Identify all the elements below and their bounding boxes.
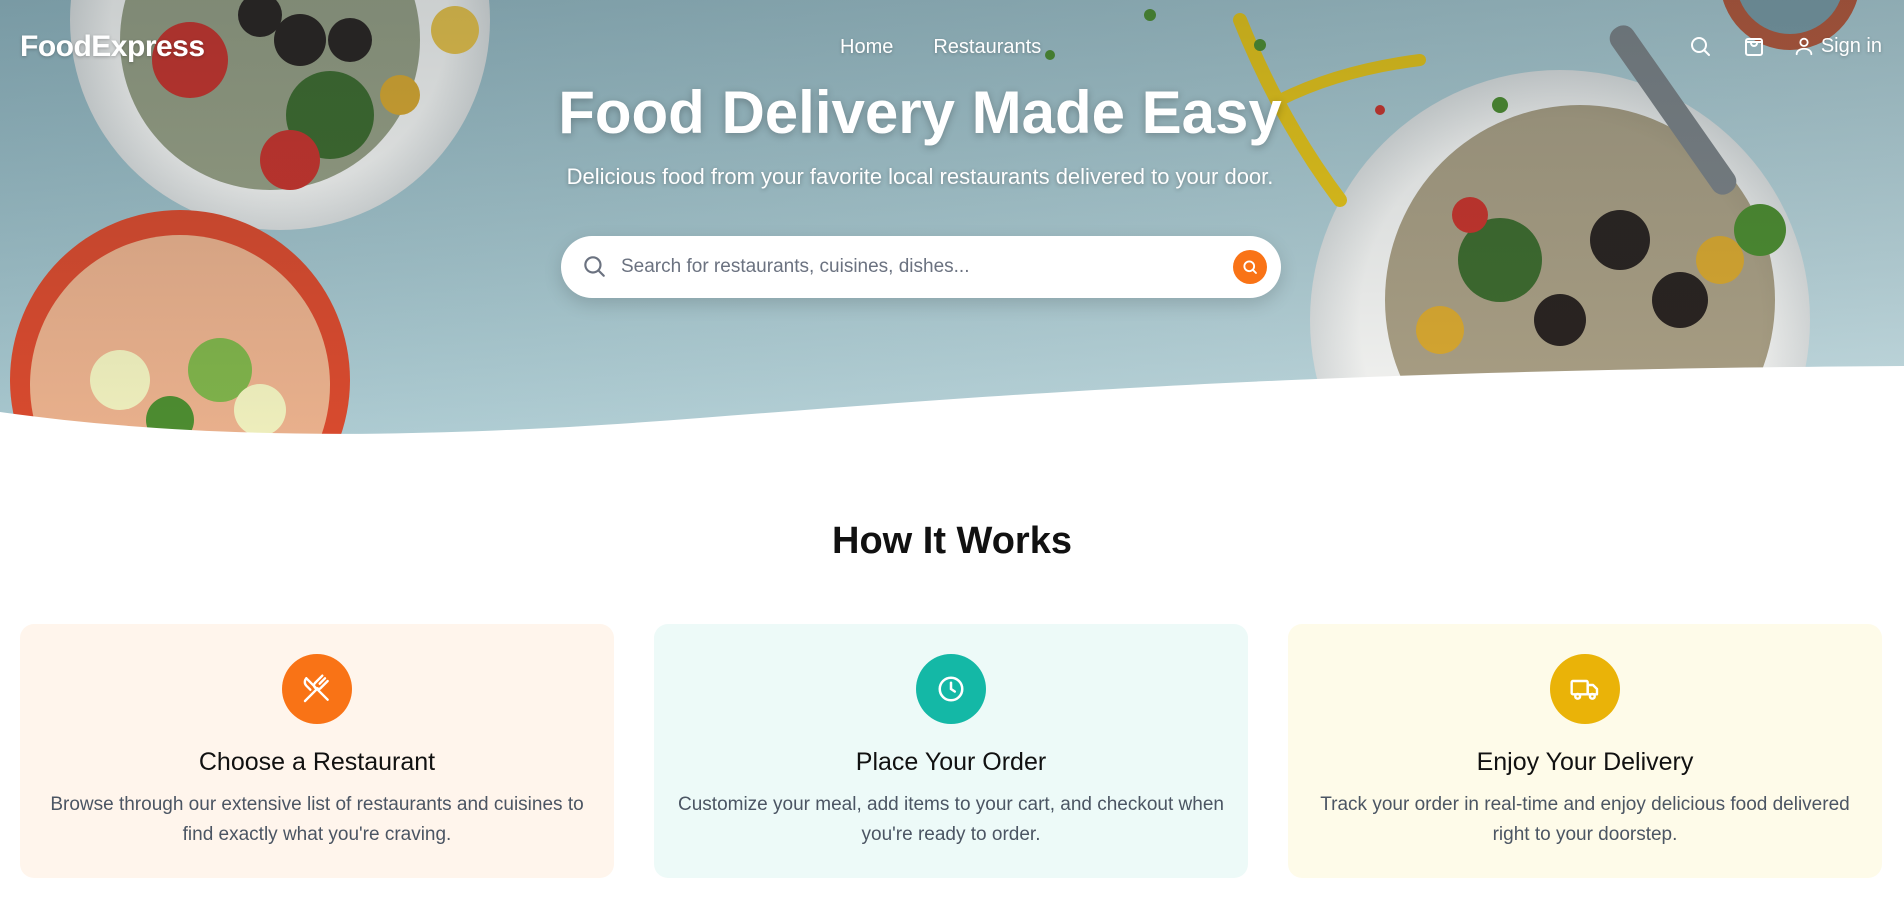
search-input[interactable] <box>621 236 1201 298</box>
nav-links: Home Restaurants <box>840 36 1041 59</box>
step-card-place-order: Place Your Order Customize your meal, ad… <box>654 624 1248 878</box>
step-title: Choose a Restaurant <box>198 748 436 776</box>
step-description: Customize your meal, add items to your c… <box>678 794 1224 845</box>
shopping-bag-icon[interactable] <box>1739 31 1769 61</box>
user-icon <box>1795 37 1813 56</box>
how-it-works-title: How It Works <box>832 520 1072 562</box>
utensils-crossed-icon <box>282 654 352 724</box>
hero-search-bar <box>561 236 1281 298</box>
search-icon[interactable] <box>1685 31 1715 61</box>
sign-in-label: Sign in <box>1820 34 1882 57</box>
search-field-icon <box>581 253 607 284</box>
truck-icon <box>1550 654 1620 724</box>
hero-section: FoodExpress Home Restaurants Sign in Foo… <box>0 0 1904 440</box>
step-description: Track your order in real-time and enjoy … <box>1320 794 1850 845</box>
sign-in-button[interactable]: Sign in <box>1793 35 1882 58</box>
nav-link-restaurants[interactable]: Restaurants <box>933 36 1041 59</box>
clock-icon <box>916 654 986 724</box>
brand-logo[interactable]: FoodExpress <box>20 30 205 64</box>
search-button-icon <box>1243 260 1257 274</box>
nav-link-home[interactable]: Home <box>840 36 893 59</box>
step-card-enjoy-delivery: Enjoy Your Delivery Track your order in … <box>1288 624 1882 878</box>
step-title: Place Your Order <box>855 748 1047 776</box>
step-description: Browse through our extensive list of res… <box>50 794 584 845</box>
hero-subtitle: Delicious food from your favorite local … <box>566 164 1274 189</box>
search-submit-button[interactable] <box>1233 250 1267 284</box>
step-card-choose-restaurant: Choose a Restaurant Browse through our e… <box>20 624 614 878</box>
top-nav: FoodExpress Home Restaurants Sign in <box>0 0 1904 94</box>
nav-actions: Sign in <box>1685 31 1882 61</box>
step-title: Enjoy Your Delivery <box>1476 748 1694 776</box>
